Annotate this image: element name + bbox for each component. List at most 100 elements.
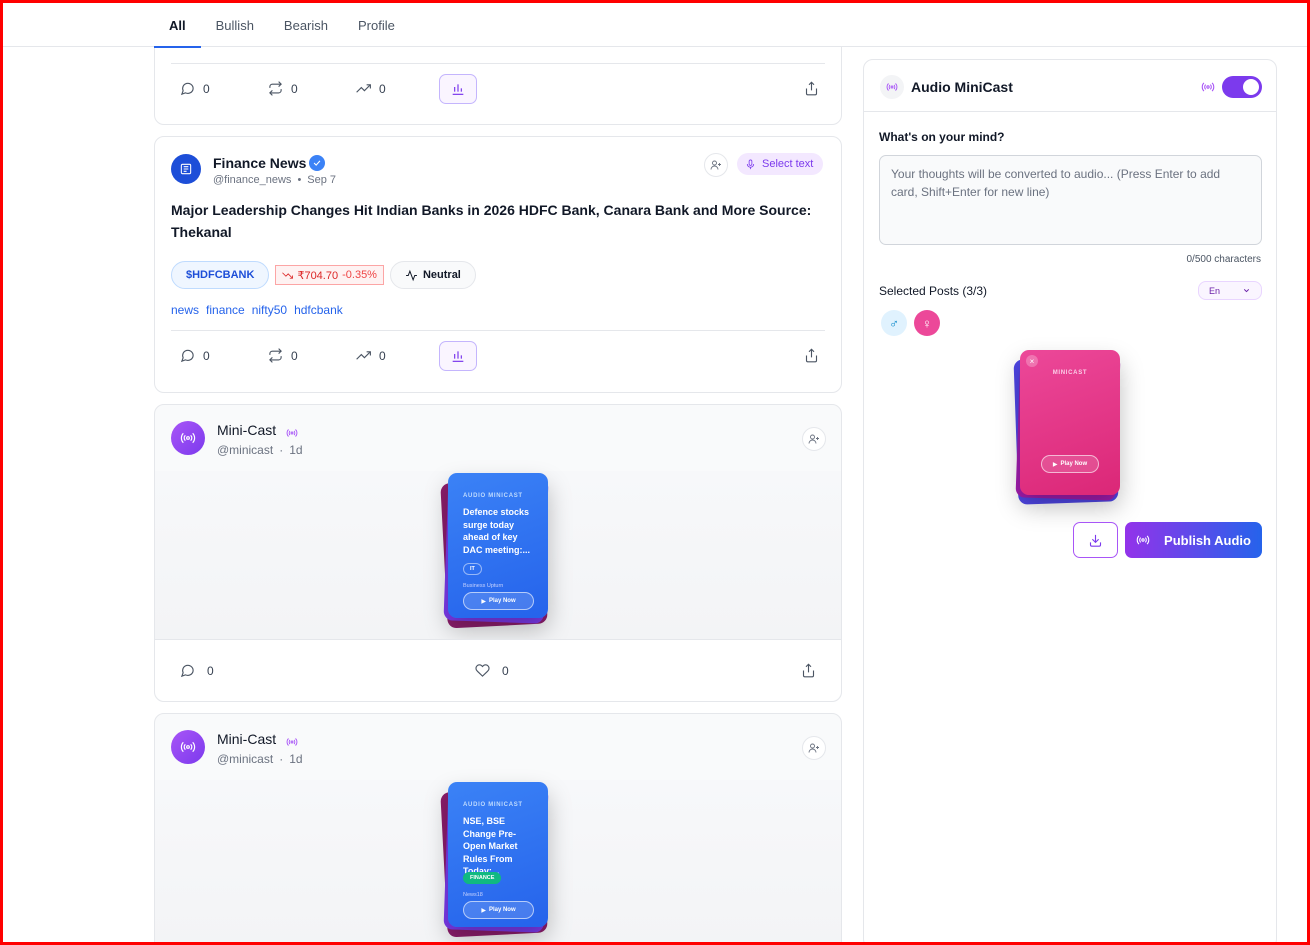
author-name[interactable]: Mini-Cast [217, 422, 276, 438]
user-plus-icon [710, 160, 721, 170]
repost-button[interactable]: 0 [268, 81, 347, 96]
user-plus-icon [808, 743, 819, 753]
post-actions: 0 0 [155, 639, 841, 701]
meta-separator: · [279, 443, 284, 457]
post-card-finance-news: Finance News @finance_news • Sep 7 Selec… [154, 136, 842, 393]
comment-icon [180, 82, 194, 96]
share-button[interactable] [801, 663, 816, 678]
trending-up-icon [356, 84, 371, 93]
download-icon [1089, 534, 1102, 547]
repost-count: 0 [291, 348, 298, 363]
tab-bearish[interactable]: Bearish [269, 0, 343, 47]
tag[interactable]: finance [206, 303, 245, 317]
ticker-chips: $HDFCBANK ₹704.70 -0.35% Neutral [171, 261, 476, 289]
author-handle: @minicast [217, 443, 274, 457]
author-handle: @minicast [217, 752, 274, 766]
repost-icon [269, 348, 282, 363]
meta-separator: • [297, 174, 302, 186]
trend-button[interactable]: 0 [356, 81, 435, 96]
panel-header: Audio MiniCast [864, 60, 1276, 112]
sentiment-label: Neutral [422, 269, 461, 281]
chart-button[interactable] [439, 73, 477, 104]
broadcast-icon [286, 426, 298, 444]
card-source: Business Upturn [463, 583, 504, 589]
preview-card: × MINICAST ▶ Play Now [1020, 350, 1120, 495]
panel-title: Audio MiniCast [911, 79, 1013, 95]
minicast-avatar[interactable] [171, 730, 205, 764]
feed-tabs: All Bullish Bearish Profile [154, 0, 410, 48]
tag[interactable]: hdfcbank [294, 303, 343, 317]
download-button[interactable] [1073, 522, 1118, 558]
tab-bullish[interactable]: Bullish [201, 0, 269, 47]
language-value: En [1209, 285, 1221, 296]
post-age: 1d [289, 443, 303, 457]
minicast-card: AUDIO MINICAST Defence stocks surge toda… [448, 473, 548, 618]
minicast-card: AUDIO MINICAST NSE, BSE Change Pre-Open … [448, 782, 548, 927]
play-now-button[interactable]: ▶ Play Now [463, 592, 534, 610]
author-meta: @finance_news • Sep 7 [213, 174, 336, 186]
trend-count: 0 [379, 348, 386, 363]
repost-button[interactable]: 0 [268, 348, 347, 363]
share-icon [802, 663, 815, 678]
meta-separator: · [279, 752, 284, 766]
play-label: Play Now [488, 907, 516, 913]
chart-icon [452, 83, 464, 95]
share-button[interactable] [804, 81, 819, 96]
price-change: -0.35% [342, 269, 377, 281]
minicast-toggle[interactable] [1222, 76, 1262, 98]
play-now-button[interactable]: ▶ Play Now [463, 901, 534, 919]
play-label: Play Now [488, 598, 516, 604]
post-age: 1d [289, 752, 303, 766]
trend-button[interactable]: 0 [356, 348, 435, 363]
chevron-down-icon [1243, 289, 1250, 293]
card-label: MINICAST [1052, 370, 1088, 376]
prompt-label: What's on your mind? [879, 130, 1005, 144]
follow-button[interactable] [802, 736, 826, 760]
post-actions: 0 0 0 [171, 330, 825, 380]
minicast-card-stack[interactable]: AUDIO MINICAST NSE, BSE Change Pre-Open … [440, 782, 549, 938]
verified-badge-icon [309, 155, 325, 171]
play-now-button[interactable]: ▶ Play Now [1041, 455, 1099, 473]
repost-icon [269, 81, 282, 96]
avatar[interactable] [171, 154, 201, 184]
select-text-button[interactable]: Select text [737, 153, 824, 175]
author-name[interactable]: Finance News [213, 155, 306, 171]
comment-button[interactable]: 0 [180, 348, 259, 363]
author-name[interactable]: Mini-Cast [217, 731, 276, 747]
category-pill: IT [463, 563, 482, 575]
like-button[interactable]: 0 [475, 663, 509, 678]
male-voice-button[interactable]: ♂ [881, 310, 907, 336]
minicast-avatar[interactable] [171, 421, 205, 455]
publish-label: Publish Audio [1164, 532, 1251, 548]
broadcast-icon [286, 735, 298, 753]
like-count: 0 [502, 663, 509, 678]
preview-card-stack[interactable]: × MINICAST ▶ Play Now [1013, 350, 1121, 505]
share-button[interactable] [804, 348, 819, 363]
trend-count: 0 [379, 81, 386, 96]
tab-profile[interactable]: Profile [343, 0, 410, 47]
microphone-icon [746, 159, 755, 169]
publish-audio-button[interactable]: Publish Audio [1125, 522, 1262, 558]
ticker-chip[interactable]: $HDFCBANK [171, 261, 270, 289]
audio-minicast-panel: Audio MiniCast What's on your mind? 0/50… [863, 59, 1277, 945]
tab-all[interactable]: All [154, 0, 201, 48]
female-voice-button[interactable]: ♀ [914, 310, 940, 336]
follow-button[interactable] [704, 153, 728, 177]
tag[interactable]: news [171, 303, 199, 317]
minicast-card-stack[interactable]: AUDIO MINICAST Defence stocks surge toda… [440, 473, 549, 629]
trending-down-icon [282, 271, 294, 279]
repost-count: 0 [291, 81, 298, 96]
minicast-post-card: Mini-Cast @minicast · 1d AUDIO MINICAST … [154, 404, 842, 702]
close-icon[interactable]: × [1026, 355, 1038, 367]
comment-button[interactable]: 0 [180, 81, 259, 96]
follow-button[interactable] [802, 427, 826, 451]
selected-posts-label: Selected Posts (3/3) [879, 284, 988, 298]
chart-button[interactable] [439, 340, 477, 371]
sentiment-chip[interactable]: Neutral [389, 261, 476, 289]
thoughts-input[interactable] [879, 155, 1262, 245]
comment-button[interactable]: 0 [180, 663, 214, 678]
trending-up-icon [356, 351, 371, 360]
card-source: News18 [463, 892, 483, 898]
language-select[interactable]: En [1198, 281, 1262, 300]
tag[interactable]: nifty50 [252, 303, 287, 317]
